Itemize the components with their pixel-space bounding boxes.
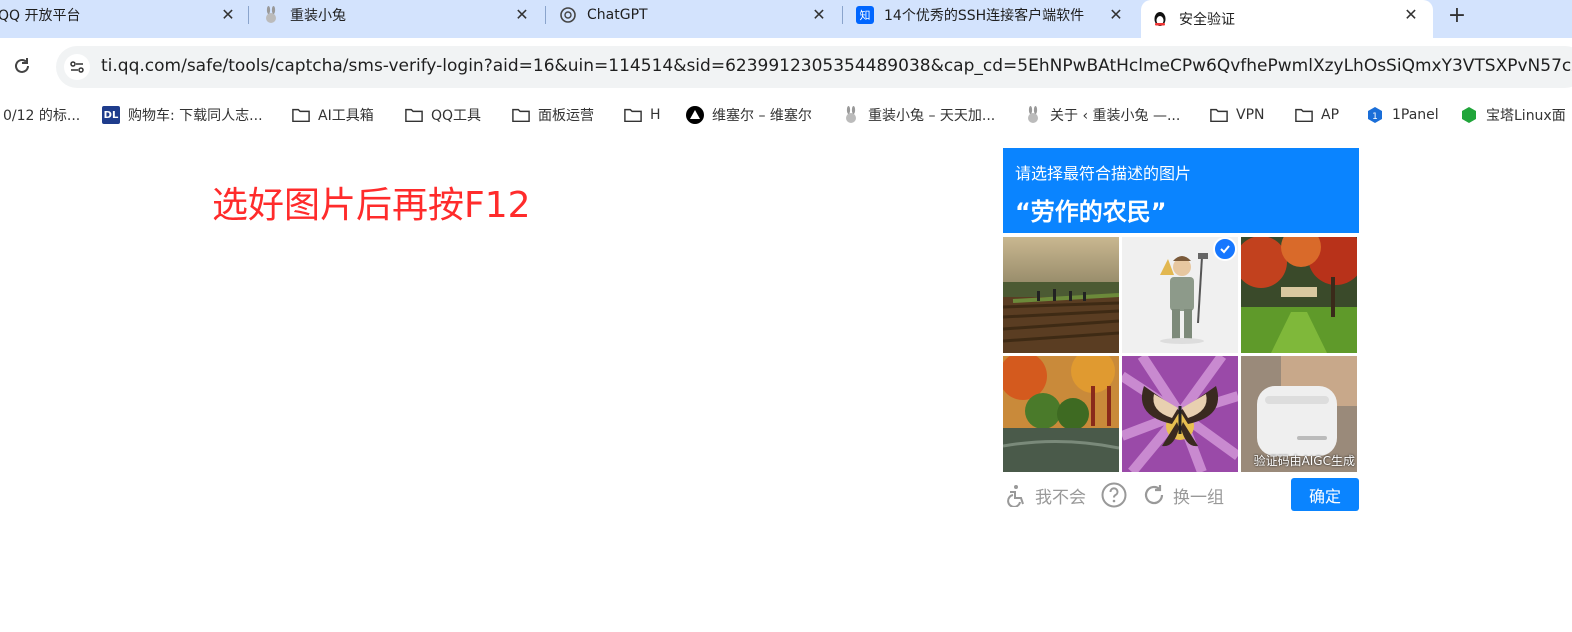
bookmark-folder[interactable]: AP [1295, 104, 1339, 126]
bookmark-folder[interactable]: AI工具箱 [292, 104, 374, 126]
close-icon[interactable]: ✕ [218, 4, 238, 24]
bookmark-label: QQ工具 [431, 108, 482, 124]
bookmark-item[interactable]: 1 1Panel [1366, 104, 1439, 126]
refresh-icon [1141, 482, 1167, 508]
tab-strip: QQ 开放平台 ✕ 重装小兔 ✕ ChatGPT ✕ 知 14个优秀的SSH连接… [0, 0, 1572, 38]
new-tab-button[interactable]: + [1444, 2, 1470, 28]
dl-icon: DL [102, 106, 120, 124]
qq-penguin-icon [1151, 10, 1169, 28]
captcha-tile-garden-pond[interactable] [1003, 356, 1119, 472]
address-bar[interactable]: ti.qq.com/safe/tools/captcha/sms-verify-… [56, 46, 1572, 88]
close-icon[interactable]: ✕ [1401, 4, 1421, 24]
reload-icon[interactable] [10, 54, 34, 78]
bookmark-label: 0/12 的标... [3, 108, 81, 124]
tab-separator [842, 6, 843, 24]
accessibility-icon [1003, 482, 1029, 508]
folder-icon [1210, 106, 1228, 124]
bookmark-item[interactable]: DL 购物车: 下载同人志... [102, 104, 263, 126]
refresh-label: 换一组 [1173, 487, 1224, 508]
svg-text:1: 1 [1372, 112, 1378, 122]
bookmark-item[interactable]: 宝塔Linux面 [1460, 104, 1566, 126]
bookmark-item[interactable]: 重装小兔 – 天天加... [842, 104, 995, 126]
tab-label: QQ 开放平台 [0, 8, 81, 24]
bookmark-item[interactable]: 维塞尔 – 维塞尔 [686, 104, 812, 126]
bookmark-label: 重装小兔 – 天天加... [868, 108, 996, 124]
triangle-icon [686, 106, 704, 124]
tab-label: 安全验证 [1179, 12, 1235, 28]
captcha-tile-butterfly-flower[interactable] [1122, 356, 1238, 472]
captcha-header: 请选择最符合描述的图片 “劳作的农民” [1003, 148, 1359, 233]
question-mark-icon [1101, 482, 1127, 508]
1panel-icon: 1 [1366, 106, 1384, 124]
tab-separator [545, 6, 546, 24]
site-settings-icon[interactable] [64, 54, 90, 80]
tab-security-verification[interactable]: 安全验证 ✕ [1141, 0, 1433, 38]
captcha-instruction: 请选择最符合描述的图片 [1015, 164, 1192, 183]
bookmark-item[interactable]: 关于 ‹ 重装小兔 —... [1024, 104, 1180, 126]
captcha-tile-farmer-illustration[interactable] [1122, 237, 1238, 353]
bookmark-label: AP [1321, 107, 1340, 123]
bunny-icon [1024, 106, 1042, 124]
zhihu-icon: 知 [856, 6, 874, 24]
tab-qq-open-platform[interactable]: QQ 开放平台 ✕ [0, 0, 238, 30]
bunny-icon [262, 6, 280, 24]
confirm-button[interactable]: 确定 [1291, 478, 1359, 511]
folder-icon [512, 106, 530, 124]
captcha-tile-autumn-park[interactable] [1241, 237, 1357, 353]
captcha-tile-white-device[interactable]: 验证码由AIGC生成 [1241, 356, 1357, 472]
refresh-button[interactable]: 换一组 [1141, 482, 1224, 508]
tab-separator [248, 6, 249, 24]
close-icon[interactable]: ✕ [809, 4, 829, 24]
tab-bunny[interactable]: 重装小兔 ✕ [262, 0, 532, 30]
accessibility-label: 我不会 [1035, 487, 1086, 508]
tab-label: 重装小兔 [290, 8, 346, 24]
accessibility-button[interactable]: 我不会 [1003, 482, 1086, 508]
folder-icon [624, 106, 642, 124]
tab-chatgpt[interactable]: ChatGPT ✕ [559, 0, 829, 30]
folder-icon [1295, 106, 1313, 124]
folder-icon [292, 106, 310, 124]
captcha-dialog: 请选择最符合描述的图片 “劳作的农民” 验证码由AIGC生成 我不会 换一组 确… [1003, 148, 1359, 514]
chatgpt-icon [559, 6, 577, 24]
bunny-icon [842, 106, 860, 124]
folder-icon [405, 106, 423, 124]
bookmark-label: 1Panel [1392, 107, 1439, 123]
bookmark-label: 购物车: 下载同人志... [128, 108, 263, 124]
browser-toolbar: ti.qq.com/safe/tools/captcha/sms-verify-… [0, 38, 1572, 96]
bookmark-folder[interactable]: VPN [1210, 104, 1265, 126]
bookmark-label: 关于 ‹ 重装小兔 —... [1050, 108, 1181, 124]
bookmark-item[interactable]: 0/12 的标... [3, 104, 80, 126]
captcha-footer: 我不会 换一组 确定 [1003, 476, 1359, 514]
captcha-keyword: “劳作的农民” [1015, 198, 1167, 226]
bookmark-label: AI工具箱 [318, 108, 374, 124]
close-icon[interactable]: ✕ [512, 4, 532, 24]
url-text[interactable]: ti.qq.com/safe/tools/captcha/sms-verify-… [101, 56, 1572, 76]
bookmark-label: 面板运营 [538, 108, 594, 124]
aigc-watermark: 验证码由AIGC生成 [1253, 454, 1355, 468]
captcha-tile-farm-field[interactable] [1003, 237, 1119, 353]
tab-zhihu-ssh[interactable]: 知 14个优秀的SSH连接客户端软件 ✕ [856, 0, 1126, 30]
bookmark-label: 维塞尔 – 维塞尔 [712, 108, 812, 124]
bookmark-label: VPN [1236, 107, 1265, 123]
close-icon[interactable]: ✕ [1106, 4, 1126, 24]
bt-icon [1460, 106, 1478, 124]
tab-label: ChatGPT [587, 7, 648, 23]
page-title: 选好图片后再按F12 [212, 185, 531, 226]
tab-label: 14个优秀的SSH连接客户端软件 [884, 8, 1085, 24]
bookmark-label: 宝塔Linux面 [1486, 108, 1566, 124]
bookmarks-bar: 0/12 的标... DL 购物车: 下载同人志... AI工具箱 QQ工具 面… [0, 96, 1572, 134]
bookmark-folder[interactable]: QQ工具 [405, 104, 481, 126]
help-button[interactable] [1101, 482, 1133, 508]
selected-check-icon [1213, 237, 1237, 261]
bookmark-folder[interactable]: 面板运营 [512, 104, 594, 126]
bookmark-folder[interactable]: H [624, 104, 661, 126]
bookmark-label: H [650, 107, 661, 123]
